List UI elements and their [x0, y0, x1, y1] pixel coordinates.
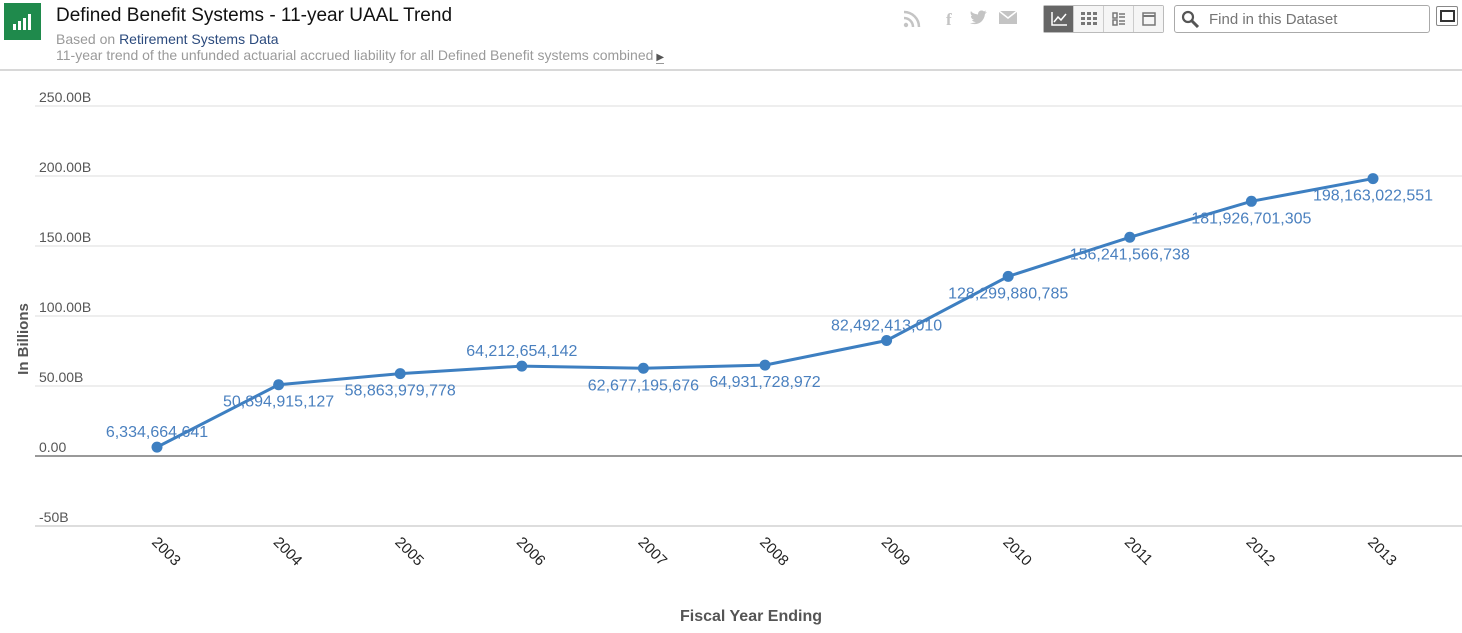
y-tick-label: 0.00 — [39, 439, 66, 455]
y-tick-label: 250.00B — [39, 89, 91, 105]
speech-bubble-icon: ▮ — [1231, 42, 1239, 58]
data-label: 58,863,979,778 — [345, 383, 456, 400]
data-label: 6,334,664,641 — [106, 424, 208, 441]
funnel-icon: ▼ — [991, 43, 1004, 58]
data-point[interactable] — [1124, 231, 1136, 243]
filter-button[interactable]: ▼ Filter — [983, 38, 1046, 63]
data-point[interactable] — [759, 359, 771, 371]
filter-label: Filter — [1008, 43, 1036, 58]
table-view-button[interactable] — [1074, 6, 1104, 32]
page-view-button[interactable] — [1134, 6, 1163, 32]
x-tick-label: 2008 — [756, 534, 792, 570]
page-icon — [1141, 12, 1156, 26]
visualize-label: Visualize — [1077, 43, 1126, 58]
x-tick-label: 2013 — [1364, 534, 1400, 570]
y-tick-label: 50.00B — [39, 369, 83, 385]
x-tick-label: 2006 — [513, 534, 549, 570]
description-text: 11-year trend of the unfunded actuarial … — [56, 47, 654, 63]
x-tick-label: 2004 — [270, 534, 306, 570]
fullscreen-button[interactable] — [1436, 6, 1458, 26]
export-button[interactable]: ↧ Export — [1145, 38, 1216, 63]
data-point[interactable] — [1002, 270, 1014, 282]
data-label: 50,894,915,127 — [223, 394, 334, 411]
data-label: 64,931,728,972 — [709, 374, 820, 391]
y-tick-label: 150.00B — [39, 229, 91, 245]
data-label: 64,212,654,142 — [466, 343, 577, 360]
page-title: Defined Benefit Systems - 11-year UAAL T… — [56, 5, 453, 26]
y-tick-label: -50B — [39, 509, 69, 525]
x-tick-label: 2010 — [999, 534, 1035, 570]
x-tick-label: 2009 — [878, 534, 914, 570]
more-views-label: More Views — [906, 43, 970, 58]
x-axis-title: Fiscal Year Ending — [680, 608, 822, 625]
dataset-description: 11-year trend of the unfunded actuarial … — [56, 47, 665, 64]
data-label: 62,677,195,676 — [588, 377, 699, 394]
based-on-line: Based on Retirement Systems Data — [56, 31, 279, 47]
data-point[interactable] — [637, 362, 649, 374]
embed-label: Embed — [1343, 43, 1382, 58]
code-brackets-icon: ❮❯ — [1317, 42, 1339, 58]
info-icon: ⓘ — [1399, 44, 1413, 59]
view-mode-toggle — [1043, 5, 1164, 33]
about-label: About — [1417, 43, 1449, 58]
rss-icon[interactable] — [903, 10, 921, 33]
data-label: 198,163,022,551 — [1313, 188, 1433, 205]
data-point[interactable] — [1367, 173, 1379, 185]
twitter-icon[interactable] — [969, 10, 989, 31]
data-label: 82,492,413,010 — [831, 318, 942, 335]
based-on-label: Based on — [56, 31, 116, 47]
list-view-button[interactable] — [1104, 6, 1134, 32]
data-label: 156,241,566,738 — [1070, 246, 1190, 263]
manage-button[interactable]: ✹ Manage — [792, 38, 871, 63]
expand-description-icon[interactable]: ▶ — [656, 52, 665, 64]
email-icon[interactable] — [998, 10, 1018, 30]
manage-label: Manage — [815, 43, 860, 58]
y-tick-label: 100.00B — [39, 299, 91, 315]
export-icon: ↧ — [1153, 42, 1164, 58]
x-tick-label: 2003 — [148, 534, 184, 570]
data-point[interactable] — [394, 368, 406, 380]
chart-view-icon — [1050, 12, 1067, 26]
data-point[interactable] — [273, 379, 285, 391]
data-point[interactable] — [151, 441, 163, 453]
search-icon — [1181, 10, 1200, 28]
search-input[interactable] — [1207, 9, 1421, 29]
export-label: Export — [1168, 43, 1204, 58]
x-tick-label: 2012 — [1243, 534, 1279, 570]
chart-icon: ✓ — [1062, 42, 1073, 58]
discuss-button[interactable]: ▮ Discuss — [1223, 38, 1301, 63]
x-tick-label: 2005 — [391, 534, 427, 570]
about-button[interactable]: ⓘ About — [1391, 38, 1459, 63]
dataset-search — [1174, 5, 1430, 33]
line-chart: -50B 0.00 50.00B 100.00B 150.00B 200.00B 250.0… — [15, 89, 1462, 625]
parent-dataset-link[interactable]: Retirement Systems Data — [119, 31, 279, 47]
data-point[interactable] — [1245, 195, 1257, 207]
dataset-header: Defined Benefit Systems - 11-year UAAL T… — [0, 0, 1462, 71]
data-point[interactable] — [881, 335, 893, 347]
x-tick-label: 2011 — [1121, 534, 1156, 569]
visualize-button[interactable]: ✓ Visualize — [1054, 38, 1137, 63]
chart-dataset-logo-icon — [4, 3, 41, 40]
data-point[interactable] — [516, 360, 528, 372]
discuss-label: Discuss — [1243, 43, 1286, 58]
gear-icon: ✹ — [800, 42, 811, 58]
y-axis-title: In Billions — [15, 303, 32, 375]
fullscreen-icon — [1439, 10, 1455, 22]
embed-button[interactable]: ❮❯ Embed — [1309, 38, 1383, 63]
y-tick-label: 200.00B — [39, 159, 91, 175]
more-views-button[interactable]: ●● More Views — [878, 38, 975, 63]
facebook-icon[interactable]: f — [946, 10, 952, 30]
data-label: 128,299,880,785 — [948, 285, 1068, 302]
grid-icon — [1080, 12, 1097, 25]
glasses-icon: ●● — [886, 43, 902, 58]
x-tick-label: 2007 — [635, 534, 671, 570]
list-icon — [1111, 12, 1125, 26]
data-label: 181,926,701,305 — [1191, 210, 1311, 227]
chart-view-button[interactable] — [1044, 6, 1074, 32]
